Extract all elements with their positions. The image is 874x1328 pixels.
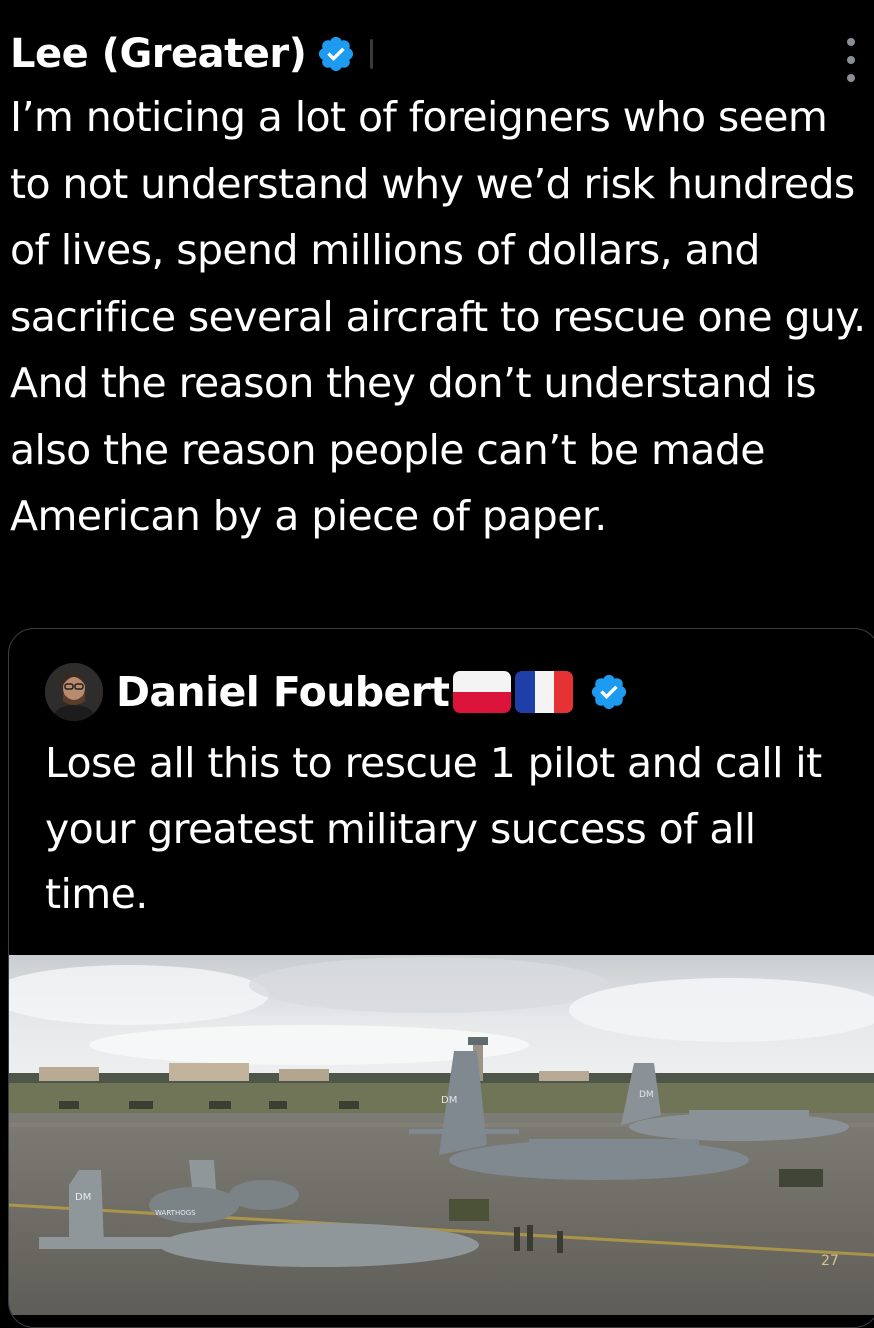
tweet-text: I’m noticing a lot of foreigners who see… <box>10 93 866 540</box>
quoted-tweet-card[interactable]: Daniel Foubert Lose all this to rescue 1… <box>8 628 874 1328</box>
avatar[interactable] <box>45 663 103 721</box>
tweet-author-row: Lee (Greater) <box>10 28 374 80</box>
verified-badge-icon <box>592 674 627 710</box>
svg-text:DM: DM <box>639 1090 654 1100</box>
quoted-tweet-text: Lose all this to rescue 1 pilot and call… <box>45 739 822 918</box>
svg-text:DM: DM <box>75 1192 91 1203</box>
author-handle[interactable] <box>370 39 374 69</box>
more-vertical-icon[interactable] <box>836 38 866 82</box>
svg-text:WARTHOGS: WARTHOGS <box>155 1209 196 1217</box>
quoted-author-name[interactable]: Daniel Foubert <box>116 664 450 720</box>
poland-flag-icon <box>453 671 512 713</box>
quoted-author-row: Daniel Foubert <box>45 663 629 721</box>
france-flag-icon <box>515 671 574 713</box>
author-name[interactable]: Lee (Greater) <box>10 28 307 80</box>
avatar-image <box>45 663 103 721</box>
verified-badge-icon <box>319 36 354 72</box>
military-aircraft-photo[interactable]: DM DM DM WARTHOGS 27 <box>9 955 874 1315</box>
svg-text:DM: DM <box>441 1095 457 1106</box>
svg-text:27: 27 <box>821 1253 839 1269</box>
